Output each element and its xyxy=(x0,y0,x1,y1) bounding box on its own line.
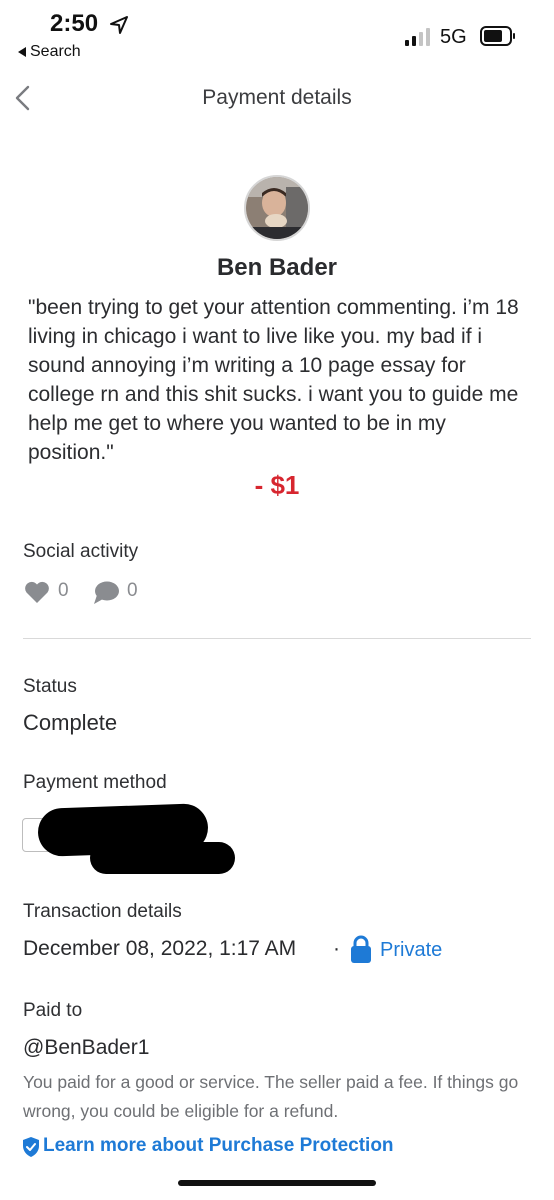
battery-icon xyxy=(480,26,515,46)
payee-handle[interactable]: @BenBader1 xyxy=(23,1036,149,1060)
back-app-label: Search xyxy=(30,43,81,60)
paid-to-label: Paid to xyxy=(23,1000,83,1021)
location-arrow-icon xyxy=(110,16,128,34)
transaction-datetime: December 08, 2022, 1:17 AM xyxy=(23,937,297,960)
network-type: 5G xyxy=(440,26,467,48)
payment-note: "been trying to get your attention comme… xyxy=(28,296,519,464)
shield-check-icon xyxy=(23,1137,39,1157)
signal-icon xyxy=(405,28,430,46)
lock-icon[interactable] xyxy=(350,934,372,964)
heart-icon[interactable] xyxy=(23,578,51,606)
payer-name[interactable]: Ben Bader xyxy=(0,254,554,282)
privacy-setting[interactable]: Private xyxy=(380,939,442,962)
transaction-details-label: Transaction details xyxy=(23,901,182,922)
separator-dot: · xyxy=(333,937,340,960)
comment-count: 0 xyxy=(127,580,138,601)
payment-method-label: Payment method xyxy=(23,772,167,793)
avatar-photo xyxy=(246,177,308,239)
home-indicator[interactable] xyxy=(178,1180,376,1186)
status-label: Status xyxy=(23,676,77,697)
status-value: Complete xyxy=(23,710,118,735)
redaction-mark xyxy=(90,842,235,874)
status-time: 2:50 xyxy=(50,10,99,37)
social-activity-label: Social activity xyxy=(23,541,139,562)
page-title: Payment details xyxy=(202,86,352,109)
like-count: 0 xyxy=(58,580,69,601)
purchase-protection-text: You paid for a good or service. The sell… xyxy=(23,1072,519,1121)
divider xyxy=(23,638,531,639)
comment-icon[interactable] xyxy=(92,578,120,606)
avatar[interactable] xyxy=(244,175,310,241)
back-to-search[interactable]: Search xyxy=(18,43,81,61)
purchase-protection-link[interactable]: Learn more about Purchase Protection xyxy=(43,1135,394,1157)
back-triangle-icon xyxy=(18,47,26,57)
payment-amount: - $1 xyxy=(254,470,300,500)
